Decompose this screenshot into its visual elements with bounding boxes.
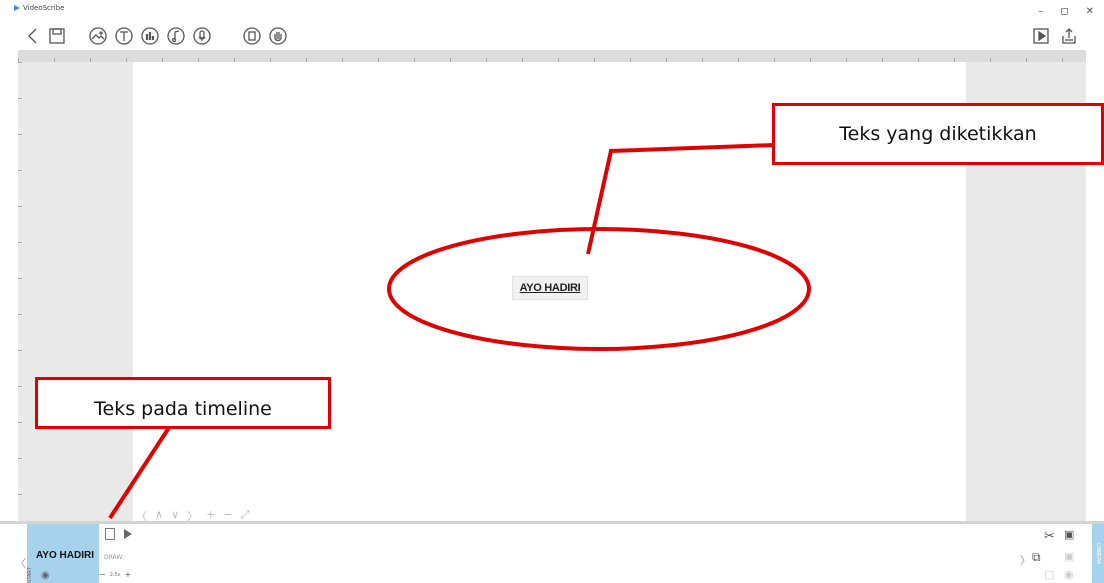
timeline-right-tools: ✂ ▣ 〉 ⧉ ▣ ▢ ◉ CAMERA xyxy=(1020,524,1104,583)
callout-1-text: Teks yang diketikkan xyxy=(839,123,1037,145)
text-icon[interactable] xyxy=(113,25,135,47)
timeline xyxy=(0,524,1104,583)
timeline-side-label: START xyxy=(27,567,33,583)
camera-tab[interactable]: CAMERA xyxy=(1092,524,1104,583)
callout-timeline-text: Teks pada timeline xyxy=(35,377,331,429)
hand-icon[interactable] xyxy=(267,25,289,47)
title-bar: VideoScribe – ◻ ✕ xyxy=(0,0,1104,22)
app-title: VideoScribe xyxy=(14,4,64,12)
play-icon[interactable] xyxy=(124,529,132,539)
vertical-ruler xyxy=(18,62,26,522)
minimize-button[interactable]: – xyxy=(1038,6,1043,17)
timeline-element-tools: DRAW − 2.5x + xyxy=(99,524,147,583)
timeline-zoom: − 2.5x + xyxy=(99,570,131,579)
share-icon[interactable] xyxy=(1058,25,1080,47)
zoom-value: 2.5x xyxy=(109,571,121,578)
timeline-element-label: AYO HADIRI xyxy=(36,550,94,561)
callout-typed-text: Teks yang diketikkan xyxy=(772,103,1104,165)
main-toolbar xyxy=(0,22,1104,50)
paste-icon: ▢ xyxy=(1044,569,1055,581)
timeline-next-button[interactable]: 〉 xyxy=(1020,552,1031,568)
image-icon[interactable] xyxy=(87,25,109,47)
save-icon[interactable] xyxy=(46,25,68,47)
back-icon[interactable] xyxy=(22,25,44,47)
close-button[interactable]: ✕ xyxy=(1086,6,1094,17)
camera-icon[interactable]: ▣ xyxy=(1064,528,1074,541)
horizontal-ruler xyxy=(18,50,1086,62)
zoom-minus-button[interactable]: − xyxy=(99,570,106,579)
timeline-element[interactable]: AYO HADIRI ◉ xyxy=(27,524,99,583)
music-icon[interactable] xyxy=(165,25,187,47)
copy-icon[interactable]: ⧉ xyxy=(1032,550,1041,565)
preview-icon[interactable] xyxy=(1030,25,1052,47)
videoscribe-window: VideoScribe – ◻ ✕ AYO HADIRI 〈 ∧ ∨ 〉 + −… xyxy=(0,0,1104,583)
app-title-text: VideoScribe xyxy=(23,4,65,12)
videoscribe-logo-icon xyxy=(14,5,20,11)
window-controls: – ◻ ✕ xyxy=(1038,6,1094,17)
cut-icon[interactable]: ✂ xyxy=(1044,528,1055,544)
eye-icon[interactable]: ◉ xyxy=(41,570,50,581)
voiceover-icon[interactable] xyxy=(191,25,213,47)
restore-button[interactable]: ◻ xyxy=(1060,6,1068,17)
properties-icon[interactable] xyxy=(105,528,115,540)
chart-icon[interactable] xyxy=(139,25,161,47)
callout-2-text: Teks pada timeline xyxy=(94,398,272,420)
animation-mode[interactable]: DRAW xyxy=(104,554,122,561)
camera-icon-disabled: ▣ xyxy=(1064,551,1075,563)
background-icon[interactable] xyxy=(241,25,263,47)
timeline-prev-button[interactable]: 〈 xyxy=(15,555,26,571)
canvas-text-element[interactable]: AYO HADIRI xyxy=(512,276,588,300)
canvas-text-label: AYO HADIRI xyxy=(519,282,581,294)
zoom-plus-button[interactable]: + xyxy=(125,570,132,579)
eye-icon-disabled: ◉ xyxy=(1064,569,1074,581)
